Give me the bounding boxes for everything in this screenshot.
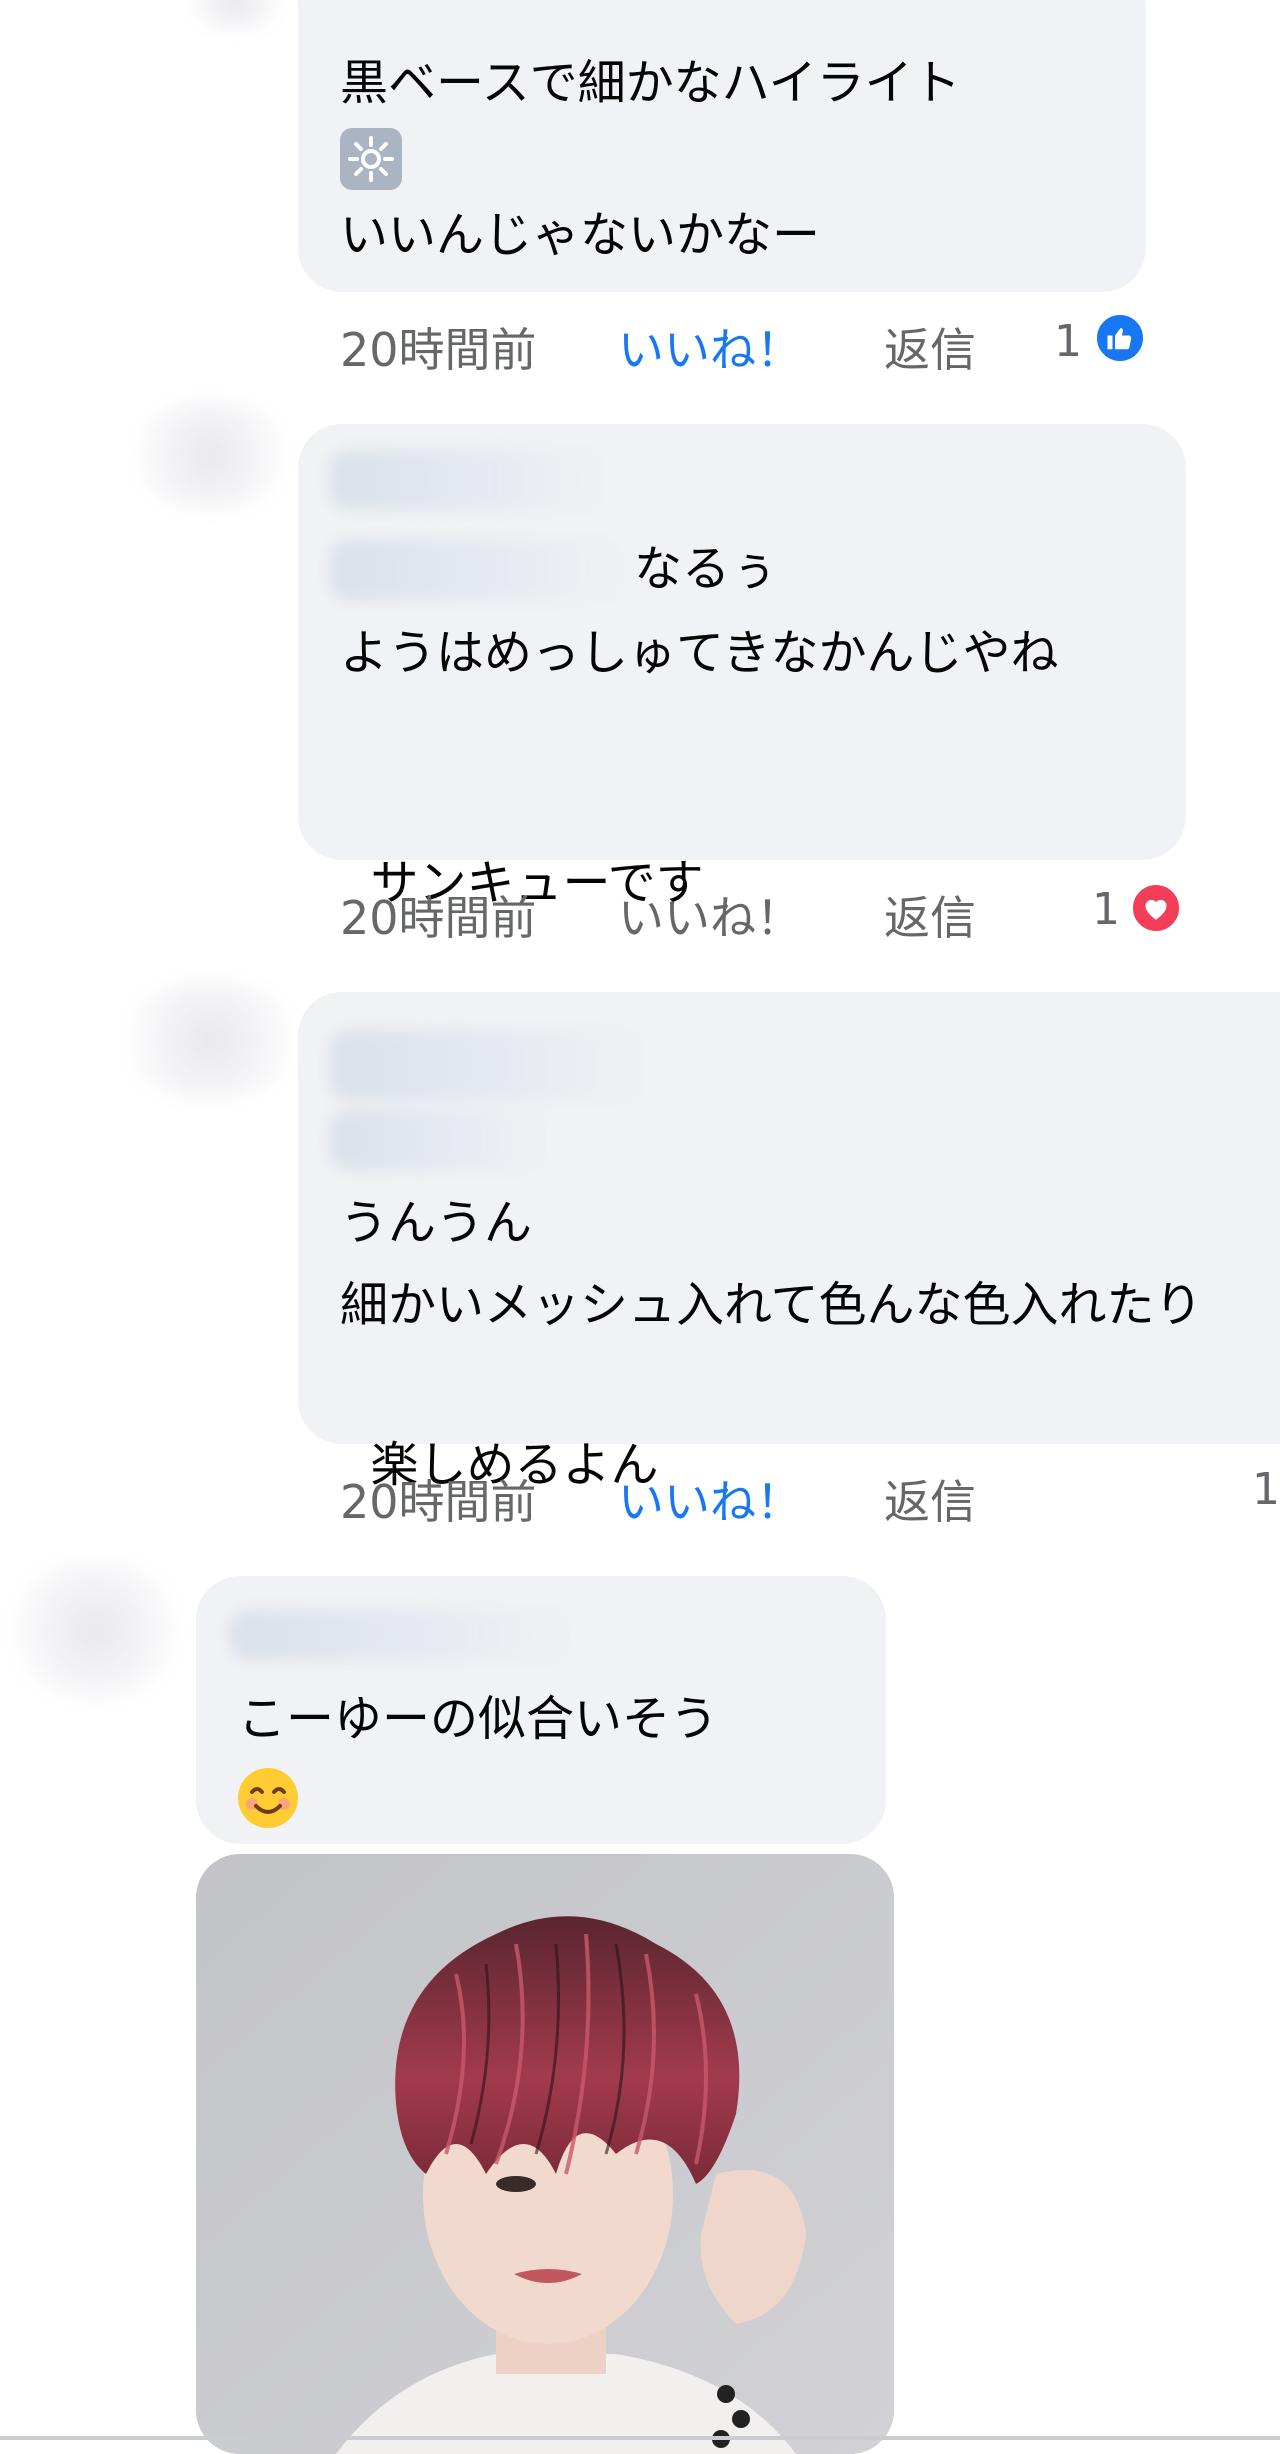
love-reaction-icon[interactable] [1130, 882, 1182, 934]
smiling-face-emoji [236, 1766, 300, 1830]
like-reaction-icon[interactable] [1094, 312, 1146, 364]
reaction-count[interactable]: 1 [1054, 312, 1082, 372]
reply-button[interactable]: 返信 [884, 320, 976, 380]
comment-text-line: ようはめっしゅてきなかんじやね [340, 625, 1059, 681]
like-button[interactable]: いいね！ [618, 888, 802, 948]
reaction-count[interactable]: 1 [1252, 1460, 1280, 1520]
comment-text-line: いいんじゃないかなー [340, 207, 821, 263]
like-button[interactable]: いいね！ [618, 320, 802, 380]
reaction-count[interactable]: 1 [1092, 880, 1120, 940]
comment-timestamp: 20時間前 [340, 1475, 537, 1529]
comment-text-line: うんうん [340, 1195, 533, 1251]
author-name-redacted[interactable] [330, 450, 610, 510]
like-button[interactable]: いいね！ [618, 1472, 802, 1532]
mention-tag-redacted[interactable] [330, 1110, 550, 1170]
comment-text-line: 細かいメッシュ入れて色んな色入れたり [340, 1277, 1203, 1333]
bottom-divider [0, 2436, 1280, 2440]
sun-emoji [340, 128, 402, 190]
hairstyle-photo[interactable] [196, 1854, 894, 2454]
avatar[interactable] [110, 980, 310, 1100]
comment-text-line: 黒ベースで細かなハイライト [340, 55, 961, 111]
comment-timestamp: 20時間前 [340, 891, 537, 945]
author-name-redacted[interactable] [230, 1610, 580, 1660]
avatar[interactable] [180, 0, 290, 30]
mention-tag-redacted[interactable] [330, 540, 630, 600]
avatar[interactable] [120, 400, 300, 510]
comment-text-line: なるぅ [634, 541, 779, 597]
reply-button[interactable]: 返信 [884, 888, 976, 948]
comment-timestamp: 20時間前 [340, 323, 537, 377]
reply-button[interactable]: 返信 [884, 1472, 976, 1532]
author-name-redacted[interactable] [330, 1030, 650, 1100]
comment-text-line: こーゆーの似合いそう [238, 1691, 719, 1747]
avatar[interactable] [0, 1560, 190, 1700]
